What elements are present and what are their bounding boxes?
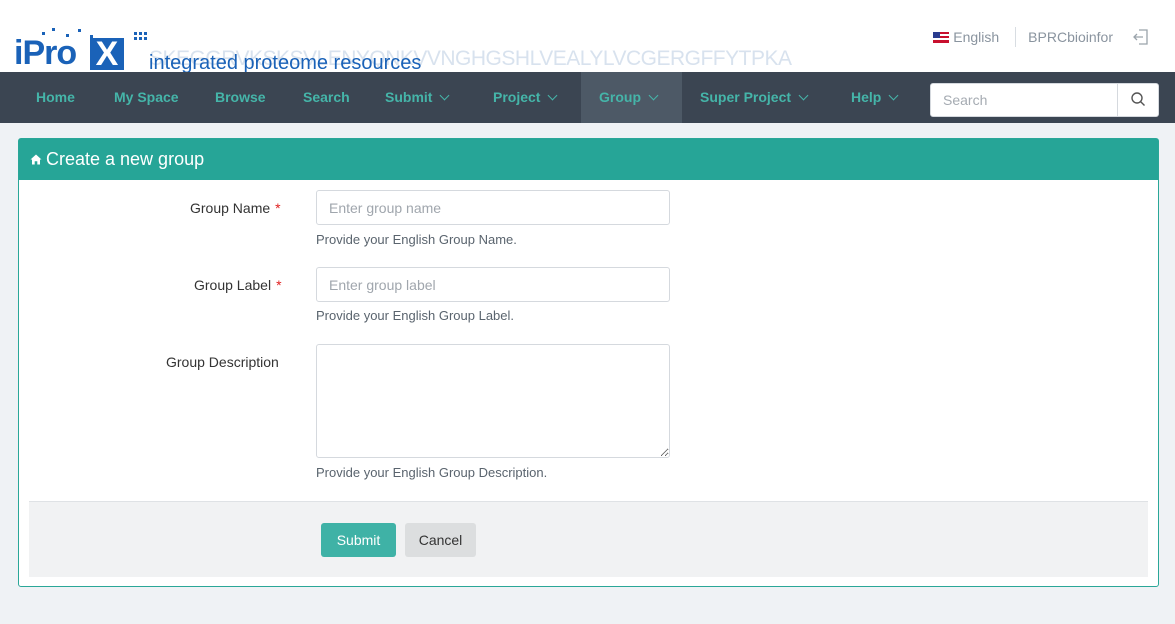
logo-tagline: integrated proteome resources	[149, 52, 422, 74]
group-description-help: Provide your English Group Description.	[316, 465, 548, 480]
chevron-down-icon	[440, 90, 450, 101]
cancel-button[interactable]: Cancel	[405, 523, 476, 557]
group-name-label: Group Name *	[190, 200, 281, 216]
group-name-label-text: Group Name	[190, 200, 271, 216]
iprox-logo[interactable]: SKEGGRVKSKSVLENYQNKVVNGHGSHLVEALYLVCGERG…	[14, 24, 792, 74]
nav-search-label: Search	[303, 89, 350, 105]
site-search	[930, 83, 1159, 117]
chevron-down-icon	[798, 90, 809, 101]
user-toolbar: English BPRCbioinfor	[933, 26, 1151, 48]
create-group-panel: Create a new group Group Name* Provide y…	[18, 138, 1159, 587]
nav-home-label: Home	[36, 89, 75, 105]
nav-project[interactable]: Project	[475, 72, 574, 123]
site-header: SKEGGRVKSKSVLENYQNKVVNGHGSHLVEALYLVCGERG…	[0, 0, 1175, 74]
nav-help[interactable]: Help	[833, 72, 915, 123]
group-label-label: Group Label *	[194, 277, 282, 293]
nav-home[interactable]: Home	[18, 72, 93, 123]
logout-icon[interactable]	[1131, 27, 1151, 47]
toolbar-divider	[1015, 27, 1017, 47]
group-name-help: Provide your English Group Name.	[316, 232, 517, 247]
nav-search[interactable]: Search	[285, 72, 368, 123]
search-input[interactable]	[931, 84, 1117, 116]
nav-project-label: Project	[493, 89, 541, 105]
panel-title: Create a new group	[46, 149, 205, 169]
nav-super-project-label: Super Project	[700, 89, 792, 105]
language-switch[interactable]: English	[953, 29, 999, 45]
nav-browse[interactable]: Browse	[197, 72, 284, 123]
search-button[interactable]	[1117, 84, 1158, 116]
group-label-help: Provide your English Group Label.	[316, 308, 515, 323]
username-link[interactable]: BPRCbioinfor	[1028, 29, 1113, 45]
home-icon	[30, 154, 42, 165]
form-actions: Submit Cancel	[29, 501, 1148, 577]
nav-super-project[interactable]: Super Project	[682, 72, 825, 123]
chevron-down-icon	[548, 90, 558, 101]
nav-submit[interactable]: Submit	[367, 72, 466, 123]
nav-browse-label: Browse	[215, 89, 266, 105]
logo-x-mark: X	[90, 37, 124, 71]
panel-header: Create a new group	[19, 139, 1158, 180]
search-icon	[1131, 92, 1145, 106]
group-description-label: Group Description	[166, 354, 279, 370]
required-mark: *	[276, 277, 282, 293]
group-label-label-text: Group Label	[194, 277, 272, 293]
logo-ipro-text: iPro	[14, 34, 77, 72]
nav-my-space-label: My Space	[114, 89, 179, 105]
chevron-down-icon	[648, 90, 659, 101]
required-mark: *	[275, 200, 281, 216]
nav-my-space[interactable]: My Space	[96, 72, 197, 123]
nav-submit-label: Submit	[385, 89, 433, 105]
nav-help-label: Help	[851, 89, 882, 105]
nav-group-label: Group	[599, 89, 641, 105]
us-flag-icon	[933, 31, 950, 43]
nav-group[interactable]: Group	[581, 72, 682, 123]
group-description-textarea[interactable]	[316, 344, 670, 458]
group-name-input[interactable]	[316, 190, 670, 225]
group-label-input[interactable]	[316, 267, 670, 302]
submit-button[interactable]: Submit	[321, 523, 396, 557]
chevron-down-icon	[888, 90, 899, 101]
